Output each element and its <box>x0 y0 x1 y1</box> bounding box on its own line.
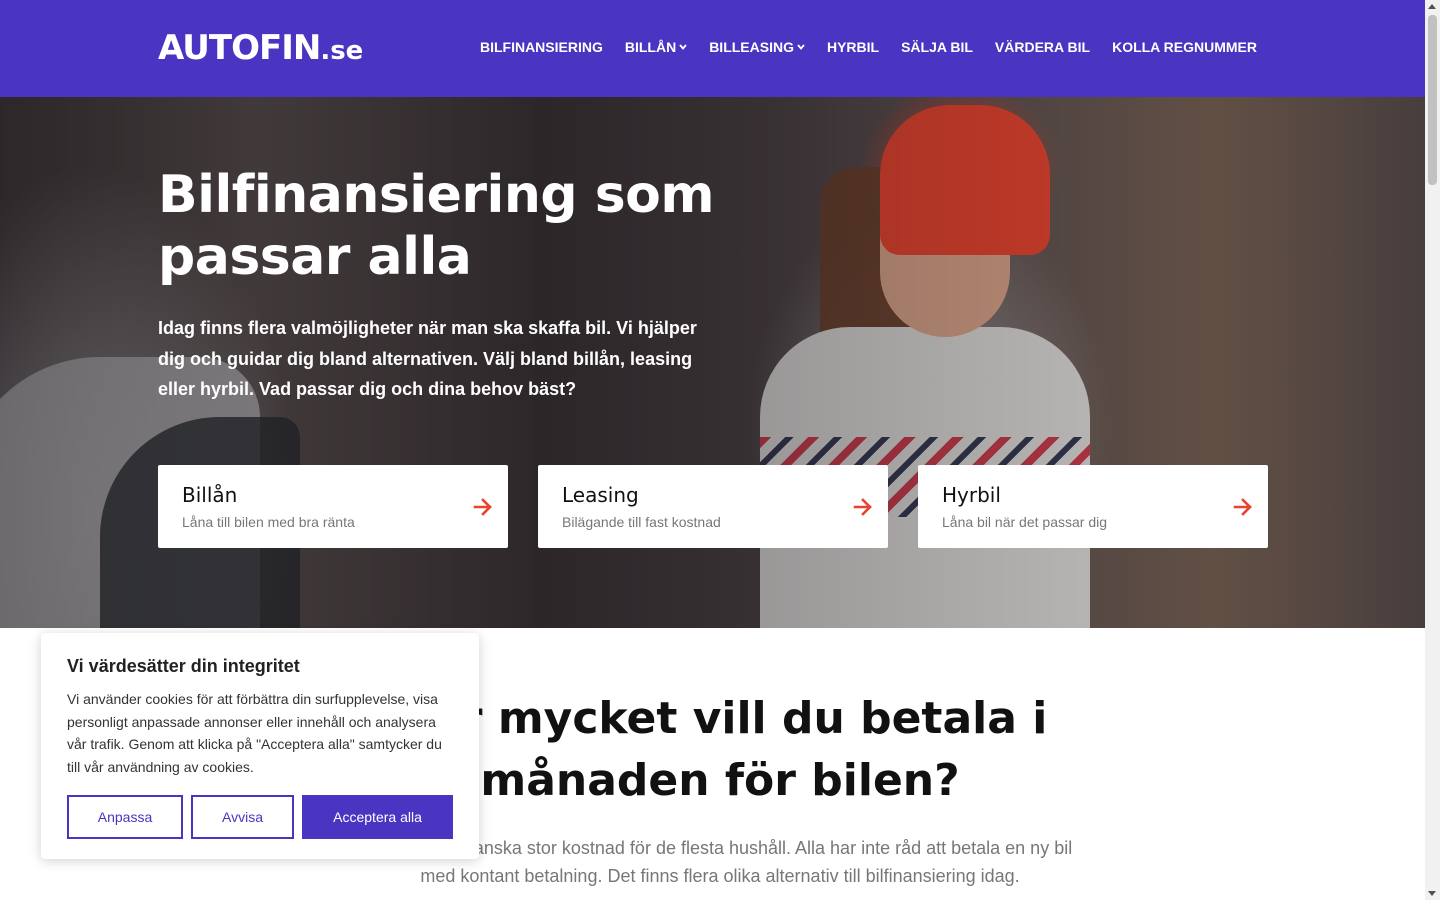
chevron-down-icon <box>797 44 805 50</box>
customize-button[interactable]: Anpassa <box>67 795 183 839</box>
nav-item-bilfinansiering[interactable]: BILFINANSIERING <box>480 38 603 56</box>
scroll-thumb[interactable] <box>1428 15 1437 185</box>
nav-item-salja-bil[interactable]: SÄLJA BIL <box>901 38 973 56</box>
cookie-text: Vi använder cookies för att förbättra di… <box>67 691 442 776</box>
hero-title: Bilfinansiering som passar alla <box>158 165 715 287</box>
logo-tld: .se <box>320 36 364 66</box>
nav-label: KOLLA REGNUMMER <box>1112 39 1257 55</box>
card-title: Leasing <box>562 483 639 507</box>
nav-item-vardera-bil[interactable]: VÄRDERA BIL <box>995 38 1090 56</box>
card-title: Billån <box>182 483 238 507</box>
arrow-right-icon <box>853 498 872 516</box>
scroll-down-icon[interactable] <box>1428 891 1436 896</box>
card-title: Hyrbil <box>942 483 1001 507</box>
main-nav: BILFINANSIERING BILLÅN BILLEASING HYRBIL… <box>480 38 1257 56</box>
nav-item-billan[interactable]: BILLÅN <box>625 38 687 56</box>
hero-text: Idag finns flera valmöjligheter när man … <box>158 318 697 399</box>
arrow-right-icon <box>473 498 492 516</box>
nav-label: SÄLJA BIL <box>901 39 973 55</box>
site-logo[interactable]: AUTOFIN.se <box>158 28 363 71</box>
nav-label: BILLÅN <box>624 39 677 55</box>
site-header: AUTOFIN.se BILFINANSIERING BILLÅN BILLEA… <box>0 0 1425 97</box>
card-hyrbil[interactable]: Hyrbil Låna bil när det passar dig <box>918 465 1268 548</box>
cookie-title: Vi värdesätter din integritet <box>67 656 300 676</box>
card-subtitle: Låna bil när det passar dig <box>942 514 1107 530</box>
logo-main: AUTOFIN <box>158 28 321 68</box>
hero-section: Bilfinansiering som passar alla Idag fin… <box>0 97 1425 628</box>
card-subtitle: Bilägande till fast kostnad <box>562 514 721 530</box>
nav-item-hyrbil[interactable]: HYRBIL <box>827 38 879 56</box>
card-subtitle: Låna till bilen med bra ränta <box>182 514 355 530</box>
page-scrollbar[interactable] <box>1425 0 1440 900</box>
hero-cards: Billån Låna till bilen med bra ränta Lea… <box>158 465 1268 548</box>
cookie-buttons: Anpassa Avvisa Acceptera alla <box>67 795 453 839</box>
nav-item-kolla-regnummer[interactable]: KOLLA REGNUMMER <box>1112 38 1257 56</box>
arrow-right-icon <box>1233 498 1252 516</box>
scroll-up-icon[interactable] <box>1428 4 1436 9</box>
nav-label: BILFINANSIERING <box>479 39 603 55</box>
cookie-banner: Vi värdesätter din integritet Vi använde… <box>41 633 479 859</box>
nav-item-billeasing[interactable]: BILLEASING <box>709 38 805 56</box>
card-billan[interactable]: Billån Låna till bilen med bra ränta <box>158 465 508 548</box>
reject-button[interactable]: Avvisa <box>191 795 294 839</box>
nav-label: BILLEASING <box>709 39 794 55</box>
card-leasing[interactable]: Leasing Bilägande till fast kostnad <box>538 465 888 548</box>
chevron-down-icon <box>679 44 687 50</box>
nav-label: HYRBIL <box>826 39 880 55</box>
nav-label: VÄRDERA BIL <box>994 39 1091 55</box>
accept-all-button[interactable]: Acceptera alla <box>302 795 453 839</box>
